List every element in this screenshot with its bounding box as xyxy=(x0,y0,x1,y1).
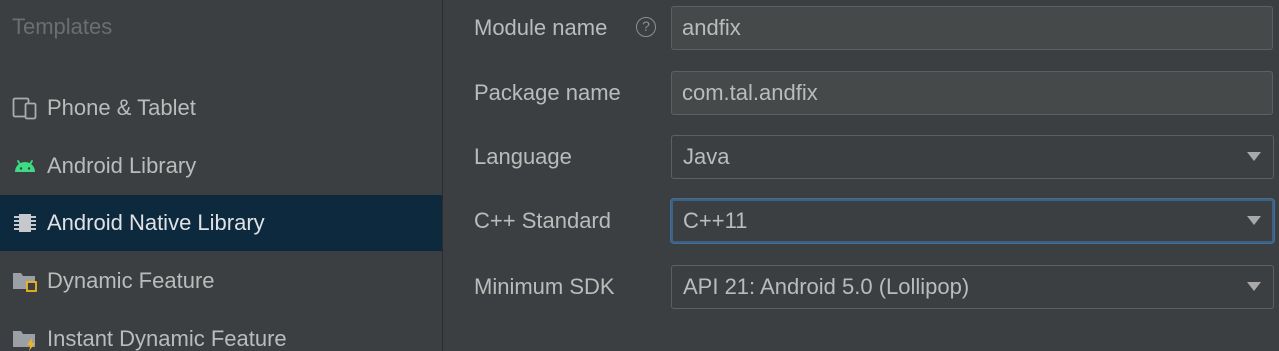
sidebar-item-dynamic-feature[interactable]: Dynamic Feature xyxy=(0,253,442,309)
minimum-sdk-select[interactable]: API 21: Android 5.0 (Lollipop) xyxy=(671,265,1274,309)
chevron-down-icon xyxy=(1247,282,1261,291)
language-select[interactable]: Java xyxy=(671,135,1274,179)
minimum-sdk-label: Minimum SDK xyxy=(474,274,615,299)
dynamic-feature-folder-icon xyxy=(12,268,38,294)
sidebar-item-label: Android Library xyxy=(47,153,197,178)
package-name-row: Package name xyxy=(444,71,1279,115)
minimum-sdk-selected-value: API 21: Android 5.0 (Lollipop) xyxy=(683,274,970,299)
sidebar-item-label: Instant Dynamic Feature xyxy=(47,326,287,351)
cpp-standard-select[interactable]: C++11 xyxy=(671,199,1274,243)
native-library-icon xyxy=(12,210,38,236)
sidebar-item-android-library[interactable]: Android Library xyxy=(0,138,442,194)
sidebar-item-phone-tablet[interactable]: Phone & Tablet xyxy=(0,80,442,136)
new-module-dialog: Templates Phone & Tablet Android Library… xyxy=(0,0,1279,351)
language-label: Language xyxy=(474,144,572,169)
chevron-down-icon xyxy=(1247,216,1261,225)
package-name-input[interactable] xyxy=(671,71,1273,115)
sidebar-item-android-native-library[interactable]: Android Native Library xyxy=(0,195,442,251)
cpp-standard-row: C++ Standard C++11 xyxy=(444,199,1279,243)
sidebar-item-label: Phone & Tablet xyxy=(47,95,196,120)
instant-dynamic-feature-icon xyxy=(12,326,38,351)
templates-header: Templates xyxy=(12,14,113,39)
android-icon xyxy=(12,153,38,179)
cpp-standard-selected-value: C++11 xyxy=(683,208,748,233)
chevron-down-icon xyxy=(1247,152,1261,161)
module-name-label: Module name xyxy=(474,15,608,40)
module-name-row: Module name ? xyxy=(444,6,1279,50)
minimum-sdk-row: Minimum SDK API 21: Android 5.0 (Lollipo… xyxy=(444,265,1279,309)
language-row: Language Java xyxy=(444,135,1279,179)
module-config-form: Module name ? Package name Language Java… xyxy=(444,0,1279,351)
sidebar-item-label: Android Native Library xyxy=(47,210,265,235)
help-icon[interactable]: ? xyxy=(636,17,656,37)
language-selected-value: Java xyxy=(683,144,730,169)
cpp-standard-label: C++ Standard xyxy=(474,208,611,233)
templates-sidebar: Templates Phone & Tablet Android Library… xyxy=(0,0,443,351)
module-name-input[interactable] xyxy=(671,6,1273,50)
sidebar-item-label: Dynamic Feature xyxy=(47,268,215,293)
package-name-label: Package name xyxy=(474,80,621,105)
phone-tablet-icon xyxy=(12,95,38,121)
sidebar-item-instant-dynamic-feature[interactable]: Instant Dynamic Feature xyxy=(0,311,442,351)
